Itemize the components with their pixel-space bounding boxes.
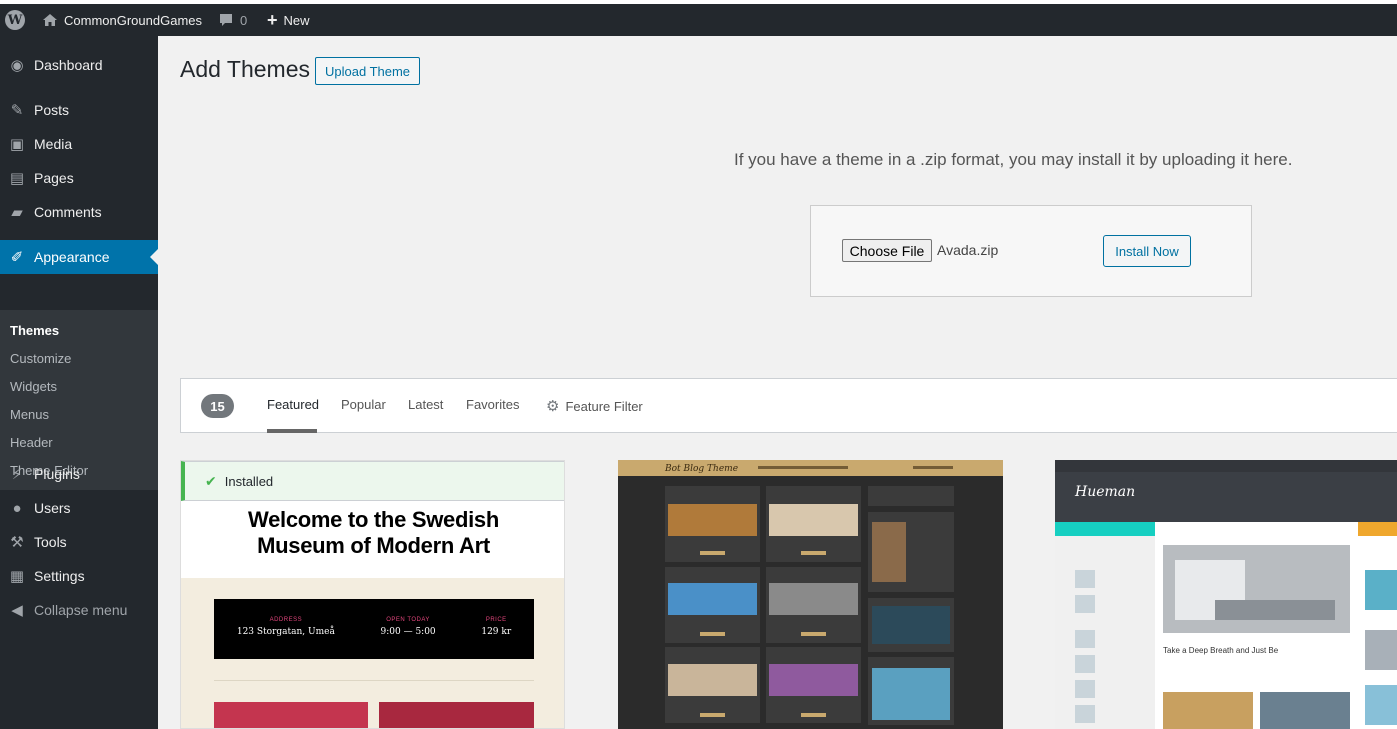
info-value: 129 kr [481, 627, 512, 637]
sidebar-item-settings[interactable]: ▦ Settings [0, 559, 158, 593]
dashboard-icon: ◉ [10, 57, 24, 74]
current-menu-arrow [150, 249, 158, 265]
installed-label: Installed [224, 473, 274, 489]
preview-heading-line: Museum of Modern Art [257, 533, 490, 558]
page-title: Add Themes [180, 56, 310, 82]
sidebar-item-pages[interactable]: ▤ Pages [0, 161, 158, 195]
sidebar-item-tools[interactable]: ⚒ Tools [0, 525, 158, 559]
theme-card[interactable]: ✔ Installed Welcome to the Swedish Museu… [180, 460, 565, 729]
new-content-link[interactable]: + New [267, 4, 310, 36]
sidebar-item-label: Media [34, 136, 73, 152]
submenu-item-themes[interactable]: Themes [10, 323, 59, 338]
comments-link[interactable]: 0 [218, 4, 247, 36]
sidebar-item-appearance[interactable]: ✐ Appearance [0, 240, 158, 274]
tab-featured[interactable]: Featured [267, 397, 319, 412]
page-icon: ▤ [9, 170, 25, 187]
tab-popular[interactable]: Popular [341, 397, 386, 412]
preview-image-block [379, 702, 534, 728]
theme-headline: Take a Deep Breath and Just Be [1163, 646, 1279, 655]
installed-notice: ✔ Installed [181, 461, 564, 501]
sidebar-item-label: Users [34, 500, 71, 516]
current-tab-indicator [267, 429, 317, 433]
checkmark-icon: ✔ [205, 472, 217, 489]
sidebar-item-label: Settings [34, 568, 85, 584]
comment-icon: ▰ [11, 204, 23, 221]
site-name-link[interactable]: CommonGroundGames [42, 4, 202, 36]
info-label: PRICE [485, 617, 507, 623]
collapse-icon: ◀ [11, 602, 23, 619]
info-value: 123 Storgatan, Umeå [236, 627, 335, 637]
sidebar-item-label: Collapse menu [34, 602, 128, 618]
submenu-item-header[interactable]: Header [10, 435, 53, 450]
choose-file-button[interactable]: Choose File [842, 239, 932, 262]
info-value: 9:00 — 5:00 [380, 627, 436, 637]
plus-icon: + [267, 10, 278, 30]
tab-favorites[interactable]: Favorites [466, 397, 519, 412]
site-name: CommonGroundGames [64, 12, 202, 28]
admin-sidebar: ◉ Dashboard ✎ Posts ▣ Media ▤ Pages ▰ Co… [0, 36, 158, 729]
feature-filter-label: Feature Filter [565, 398, 643, 414]
preview-info-column: OPEN TODAY 9:00 — 5:00 [381, 617, 436, 659]
upload-theme-button[interactable]: Upload Theme [315, 57, 421, 85]
sidebar-item-posts[interactable]: ✎ Posts [0, 93, 158, 127]
brush-icon: ✐ [10, 249, 24, 266]
submenu-item-customize[interactable]: Customize [10, 351, 71, 366]
sidebar-item-label: Posts [34, 102, 70, 118]
media-icon: ▣ [9, 136, 25, 153]
theme-screenshot: Bot Blog Theme [618, 460, 1003, 729]
sidebar-item-users[interactable]: ● Users [0, 491, 158, 525]
install-now-button[interactable]: Install Now [1103, 235, 1191, 267]
preview-image-block [214, 702, 368, 728]
theme-count-badge: 15 [201, 394, 234, 418]
sidebar-item-label: Plugins [34, 466, 80, 482]
submenu-item-widgets[interactable]: Widgets [10, 379, 57, 394]
sidebar-item-label: Tools [34, 534, 67, 550]
sidebar-item-label: Appearance [34, 249, 110, 265]
sidebar-item-label: Comments [34, 204, 102, 220]
sidebar-item-media[interactable]: ▣ Media [0, 127, 158, 161]
plug-icon: ⚡ [11, 466, 23, 483]
theme-preview-heading: Welcome to the Swedish Museum of Modern … [181, 507, 564, 559]
theme-brand: Hueman [1074, 484, 1135, 500]
wordpress-logo-button[interactable]: W [5, 4, 25, 36]
sidebar-item-comments[interactable]: ▰ Comments [0, 195, 158, 229]
home-icon [43, 14, 57, 26]
submenu-item-menus[interactable]: Menus [10, 407, 49, 422]
preview-info-column: ADDRESS 123 Storgatan, Umeå [237, 617, 335, 659]
theme-card[interactable]: Bot Blog Theme [618, 460, 1003, 729]
settings-icon: ▦ [9, 568, 25, 585]
wordpress-logo-icon: W [5, 10, 25, 30]
upload-description: If you have a theme in a .zip format, yo… [734, 150, 1293, 169]
gear-icon: ⚙ [546, 398, 560, 415]
theme-brand: Bot Blog Theme [664, 464, 738, 474]
sidebar-item-plugins[interactable]: ⚡ Plugins [0, 457, 158, 491]
comments-count: 0 [240, 12, 248, 28]
preview-heading-line: Welcome to the Swedish [248, 507, 499, 532]
tab-latest[interactable]: Latest [408, 397, 443, 412]
comment-icon [220, 14, 232, 26]
theme-screenshot: Hueman Take a Deep Breath and Just Be [1055, 460, 1397, 729]
sidebar-item-dashboard[interactable]: ◉ Dashboard [0, 48, 158, 82]
preview-info-band: ADDRESS 123 Storgatan, Umeå OPEN TODAY 9… [214, 599, 534, 659]
info-label: ADDRESS [269, 617, 303, 623]
preview-info-column: PRICE 129 kr [481, 617, 511, 659]
selected-file-name: Avada.zip [937, 242, 999, 258]
new-label: New [283, 12, 310, 28]
wrench-icon: ⚒ [10, 534, 24, 551]
user-icon: ● [12, 499, 22, 517]
feature-filter-button[interactable]: ⚙ Feature Filter [546, 397, 643, 415]
upload-form: Choose File Avada.zip Install Now [810, 205, 1252, 297]
collapse-menu-button[interactable]: ◀ Collapse menu [0, 593, 158, 627]
info-label: OPEN TODAY [386, 617, 430, 623]
sidebar-item-label: Dashboard [34, 57, 103, 73]
theme-filter-bar: 15 Featured Popular Latest Favorites ⚙ F… [180, 378, 1397, 433]
sidebar-item-label: Pages [34, 170, 74, 186]
pin-icon: ✎ [10, 102, 24, 119]
theme-card[interactable]: Hueman Take a Deep Breath and Just Be [1055, 460, 1397, 729]
preview-divider [214, 680, 534, 681]
admin-bar: W CommonGroundGames 0 + New [0, 4, 1397, 36]
